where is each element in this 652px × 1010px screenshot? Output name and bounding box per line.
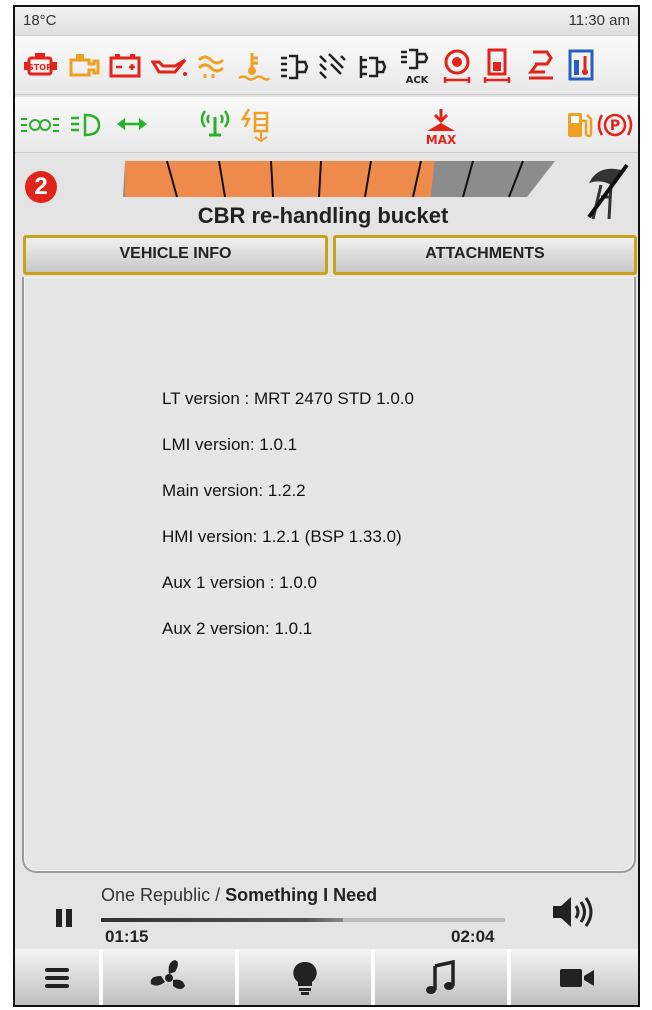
fluid-level-icon (568, 49, 594, 81)
playback-progress-bar[interactable] (101, 918, 505, 922)
electric-overload-icon (241, 108, 269, 143)
tab-attachments[interactable]: ATTACHMENTS (333, 235, 637, 275)
camera-icon (559, 969, 594, 987)
battery-icon (109, 54, 141, 78)
track-info: One Republic / Something I Need (101, 885, 377, 906)
turn-signal-icon (117, 118, 147, 130)
fuel-icon (568, 113, 593, 138)
pause-button[interactable] (55, 907, 73, 929)
main-version: Main version: 1.2.2 (162, 481, 306, 500)
playback-progress-fill (101, 918, 344, 922)
fan-button[interactable] (103, 949, 237, 1005)
fan-icon (150, 960, 185, 989)
total-time: 02:04 (451, 927, 495, 946)
version-list: LT version : MRT 2470 STD 1.0.0 LMI vers… (162, 389, 414, 665)
status-bar: 18°C 11:30 am (15, 7, 638, 35)
attachment-banner: 2 CBR re-handling bucket (23, 157, 635, 229)
parking-lights-icon (21, 118, 59, 132)
menu-icon (45, 968, 69, 988)
menu-button[interactable] (15, 949, 101, 1005)
attachment-name: CBR re-handling bucket (197, 203, 449, 228)
volume-button[interactable] (551, 895, 593, 929)
music-button[interactable] (375, 949, 509, 1005)
max-load-icon: MAX (426, 109, 457, 147)
aux2-version: Aux 2 version: 1.0.1 (162, 619, 313, 638)
hydraulic-filter-icon (319, 53, 346, 79)
engine-warning-icon (69, 54, 100, 77)
ack-label: ACK (406, 75, 430, 86)
media-player: One Republic / Something I Need 01:15 02… (15, 875, 638, 951)
hydraulic-oil-icon (483, 48, 511, 83)
aux1-version: Aux 1 version : 1.0.0 (162, 573, 317, 592)
oil-pressure-icon (151, 58, 187, 76)
svg-text:P: P (610, 118, 620, 134)
display-screen: 18°C 11:30 am STOP ACK MAX P 2 CBR re-ha… (13, 5, 640, 1007)
clock: 11:30 am (568, 12, 630, 29)
transmission-temp-icon (528, 50, 553, 80)
vehicle-info-panel: LT version : MRT 2470 STD 1.0.0 LMI vers… (22, 277, 636, 873)
transmission-filter-icon (359, 56, 387, 78)
track-artist: One Republic (101, 885, 211, 905)
hmi-version: HMI version: 1.2.1 (BSP 1.33.0) (162, 527, 402, 546)
camera-button[interactable] (511, 949, 638, 1005)
preheat-icon (197, 55, 225, 78)
lt-version: LT version : MRT 2470 STD 1.0.0 (162, 389, 414, 408)
elapsed-time: 01:15 (105, 927, 149, 946)
brake-fluid-icon (443, 49, 471, 83)
svg-text:STOP: STOP (28, 63, 52, 72)
music-icon (426, 960, 455, 994)
coolant-temp-icon (238, 53, 271, 81)
track-separator: / (210, 885, 226, 905)
antenna-icon (200, 110, 230, 137)
ack-filter-icon: ACK (401, 48, 430, 86)
air-filter-icon (281, 54, 309, 80)
low-beam-icon (71, 113, 101, 137)
info-tabs: VEHICLE INFO ATTACHMENTS (23, 235, 637, 277)
temperature-readout: 18°C (23, 12, 57, 29)
engine-stop-icon: STOP (24, 53, 57, 76)
max-label: MAX (426, 133, 457, 147)
track-title: Something I Need (225, 885, 378, 905)
bottom-nav (15, 949, 638, 1005)
load-gauge (123, 160, 555, 198)
attachment-number-badge: 2 (25, 171, 57, 203)
lights-button[interactable] (239, 949, 373, 1005)
parking-brake-icon: P (597, 113, 633, 137)
tab-vehicle-info[interactable]: VEHICLE INFO (23, 235, 328, 275)
warning-lights-row-1: STOP ACK (15, 35, 638, 95)
lmi-version: LMI version: 1.0.1 (162, 435, 298, 454)
warning-lights-row-2: MAX P (15, 97, 638, 153)
lightbulb-icon (293, 961, 317, 995)
